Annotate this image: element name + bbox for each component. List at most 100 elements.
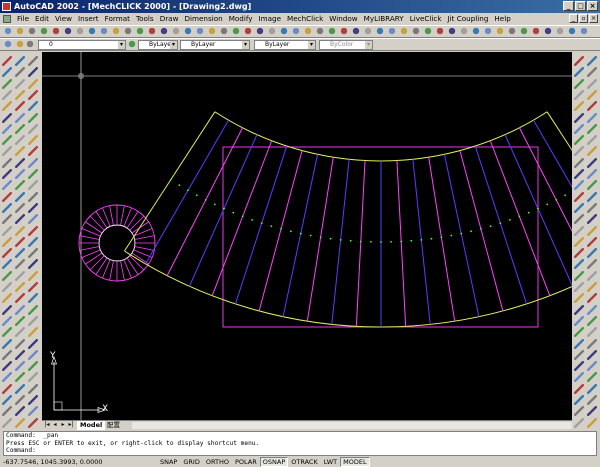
snap-tool-icon[interactable] <box>587 56 597 66</box>
standard-tool-icon[interactable] <box>544 27 554 37</box>
layer-tool-icon[interactable] <box>128 40 138 50</box>
draw-tool-icon[interactable] <box>2 395 12 405</box>
doc-restore-button[interactable]: ▫ <box>579 14 588 23</box>
menu-modify[interactable]: Modify <box>226 13 256 25</box>
snap-tool-icon[interactable] <box>574 361 584 372</box>
draw-tool-icon[interactable] <box>2 135 12 146</box>
snap-tool-icon[interactable] <box>574 417 584 428</box>
draw-tool-icon[interactable] <box>28 361 38 372</box>
standard-tool-icon[interactable] <box>460 27 470 37</box>
menu-dimension[interactable]: Dimension <box>181 13 225 25</box>
draw-tool-icon[interactable] <box>15 327 25 338</box>
doc-close-button[interactable]: × <box>589 14 598 23</box>
snap-tool-icon[interactable] <box>574 123 584 134</box>
draw-tool-icon[interactable] <box>15 338 25 349</box>
snap-tool-icon[interactable] <box>587 112 597 123</box>
menu-help[interactable]: Help <box>491 13 513 25</box>
draw-tool-icon[interactable] <box>15 169 25 179</box>
draw-tool-icon[interactable] <box>15 270 25 281</box>
standard-tool-icon[interactable] <box>484 27 494 37</box>
standard-tool-icon[interactable] <box>556 27 566 37</box>
draw-tool-icon[interactable] <box>2 225 12 236</box>
draw-tool-icon[interactable] <box>2 236 12 247</box>
snap-tool-icon[interactable] <box>587 304 597 315</box>
snap-tool-icon[interactable] <box>574 349 584 360</box>
draw-tool-icon[interactable] <box>2 202 12 213</box>
standard-tool-icon[interactable] <box>316 27 326 37</box>
snap-tool-icon[interactable] <box>574 89 584 100</box>
standard-tool-icon[interactable] <box>280 27 290 37</box>
command-window[interactable]: Command: _pan Press ESC or ENTER to exit… <box>3 431 597 456</box>
draw-tool-icon[interactable] <box>2 169 12 179</box>
draw-tool-icon[interactable] <box>15 67 25 78</box>
draw-tool-icon[interactable] <box>28 78 38 89</box>
draw-tool-icon[interactable] <box>2 56 12 66</box>
draw-tool-icon[interactable] <box>28 304 38 315</box>
draw-tool-icon[interactable] <box>2 315 12 326</box>
drawing-svg[interactable]: Y X <box>42 52 572 420</box>
draw-tool-icon[interactable] <box>15 202 25 213</box>
snap-tool-icon[interactable] <box>587 180 597 191</box>
draw-tool-icon[interactable] <box>28 406 38 417</box>
snap-tool-icon[interactable] <box>574 338 584 349</box>
draw-tool-icon[interactable] <box>2 361 12 372</box>
snap-tool-icon[interactable] <box>574 304 584 315</box>
standard-tool-icon[interactable] <box>436 27 446 37</box>
standard-tool-icon[interactable] <box>16 27 26 37</box>
first-tab-button[interactable]: |◂ <box>43 421 51 429</box>
standard-tool-icon[interactable] <box>184 27 194 37</box>
toggle-grid[interactable]: GRID <box>180 457 202 467</box>
draw-tool-icon[interactable] <box>28 101 38 112</box>
snap-tool-icon[interactable] <box>587 259 597 270</box>
draw-tool-icon[interactable] <box>15 225 25 236</box>
draw-tool-icon[interactable] <box>2 112 12 123</box>
snap-tool-icon[interactable] <box>587 406 597 417</box>
toggle-ortho[interactable]: ORTHO <box>203 457 232 467</box>
autocad-app-icon[interactable] <box>2 2 11 11</box>
draw-tool-icon[interactable] <box>2 157 12 168</box>
prev-tab-button[interactable]: ◂ <box>51 421 59 429</box>
draw-tool-icon[interactable] <box>2 372 12 383</box>
standard-tool-icon[interactable] <box>160 27 170 37</box>
standard-tool-icon[interactable] <box>496 27 506 37</box>
draw-tool-icon[interactable] <box>28 349 38 360</box>
draw-tool-icon[interactable] <box>15 282 25 292</box>
plotstyle-dropdown[interactable]: ByColor <box>319 40 373 50</box>
snap-tool-icon[interactable] <box>574 214 584 225</box>
draw-tool-icon[interactable] <box>2 101 12 112</box>
draw-tool-icon[interactable] <box>15 259 25 270</box>
snap-tool-icon[interactable] <box>587 169 597 179</box>
flat-pattern[interactable] <box>124 111 572 328</box>
draw-tool-icon[interactable] <box>2 406 12 417</box>
snap-tool-icon[interactable] <box>587 89 597 100</box>
snap-tool-icon[interactable] <box>574 169 584 179</box>
draw-tool-icon[interactable] <box>28 146 38 157</box>
standard-tool-icon[interactable] <box>508 27 518 37</box>
draw-tool-icon[interactable] <box>15 146 25 157</box>
standard-tool-icon[interactable] <box>364 27 374 37</box>
standard-tool-icon[interactable] <box>244 27 254 37</box>
draw-tool-icon[interactable] <box>28 282 38 292</box>
snap-tool-icon[interactable] <box>587 248 597 259</box>
standard-tool-icon[interactable] <box>328 27 338 37</box>
snap-tool-icon[interactable] <box>574 180 584 191</box>
standard-tool-icon[interactable] <box>148 27 158 37</box>
snap-tool-icon[interactable] <box>574 146 584 157</box>
layer-dropdown[interactable]: 0 <box>38 40 126 50</box>
snap-tool-icon[interactable] <box>574 67 584 78</box>
draw-tool-icon[interactable] <box>15 78 25 89</box>
snap-tool-icon[interactable] <box>587 78 597 89</box>
draw-tool-icon[interactable] <box>28 417 38 428</box>
snap-tool-icon[interactable] <box>587 361 597 372</box>
snap-tool-icon[interactable] <box>574 112 584 123</box>
draw-tool-icon[interactable] <box>2 123 12 134</box>
draw-tool-icon[interactable] <box>15 395 25 405</box>
draw-tool-icon[interactable] <box>15 304 25 315</box>
draw-tool-icon[interactable] <box>28 259 38 270</box>
standard-tool-icon[interactable] <box>232 27 242 37</box>
standard-tool-icon[interactable] <box>340 27 350 37</box>
toggle-model[interactable]: MODEL <box>340 457 370 467</box>
doc-minimize-button[interactable]: _ <box>569 14 578 23</box>
snap-tool-icon[interactable] <box>574 78 584 89</box>
snap-tool-icon[interactable] <box>587 395 597 405</box>
